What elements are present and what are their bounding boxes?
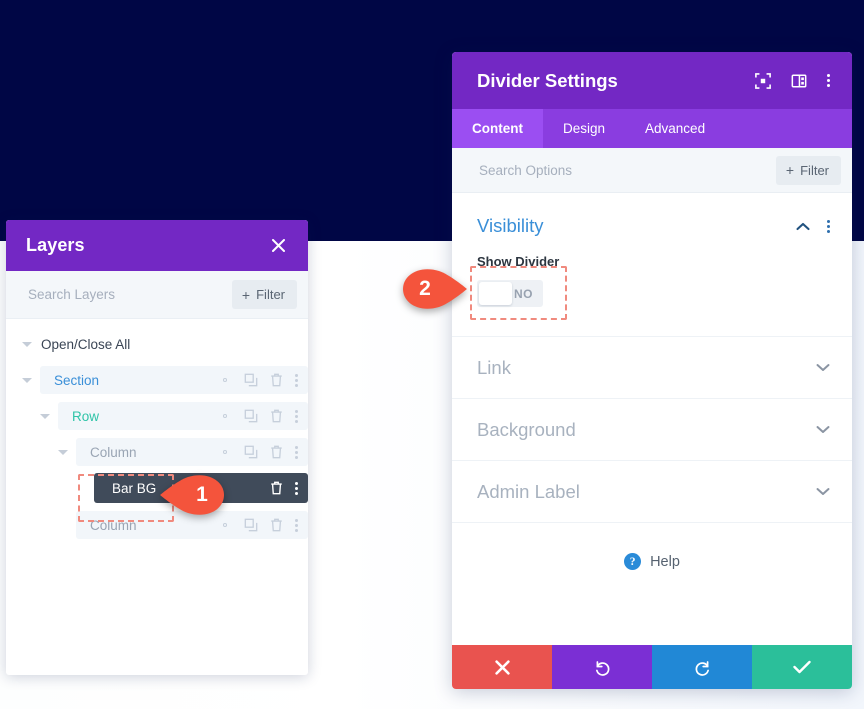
settings-group-visibility: Visibility Show Divider NO: [452, 193, 852, 337]
settings-action-bar: [452, 645, 852, 689]
show-divider-toggle[interactable]: NO: [477, 280, 543, 307]
settings-filter-button[interactable]: + Filter: [775, 155, 841, 185]
plus-icon: +: [241, 286, 251, 303]
layer-item-bar-bg[interactable]: Bar BG: [94, 473, 308, 503]
show-divider-label: Show Divider: [477, 254, 560, 269]
layers-search-bar: + Filter: [6, 271, 308, 319]
settings-group-link[interactable]: Link: [452, 337, 852, 399]
chevron-down-icon[interactable]: [816, 487, 830, 496]
undo-button[interactable]: [552, 645, 652, 689]
tab-content[interactable]: Content: [452, 109, 543, 148]
redo-icon: [695, 660, 709, 676]
gear-icon[interactable]: [218, 373, 232, 387]
settings-modal-header: Divider Settings: [452, 52, 852, 109]
settings-tab-bar: Content Design Advanced: [452, 109, 852, 148]
visibility-group-header[interactable]: Visibility: [452, 193, 852, 237]
kebab-menu-icon[interactable]: [295, 445, 298, 459]
trash-icon[interactable]: [270, 445, 283, 459]
caret-down-icon[interactable]: [58, 449, 68, 455]
duplicate-icon[interactable]: [244, 518, 258, 532]
close-icon: [494, 659, 510, 675]
caret-down-icon[interactable]: [40, 413, 50, 419]
toggle-knob: [479, 282, 512, 305]
layers-panel-title: Layers: [26, 235, 85, 255]
layers-tree: Open/Close All Section Row Column Bar BG…: [6, 319, 308, 675]
plus-icon: +: [785, 162, 795, 178]
chevron-down-icon[interactable]: [816, 363, 830, 372]
close-icon[interactable]: [268, 236, 288, 256]
help-icon: ?: [624, 553, 642, 570]
kebab-menu-icon[interactable]: [295, 481, 298, 495]
open-close-all-label: Open/Close All: [41, 336, 131, 352]
chevron-up-icon[interactable]: [796, 222, 810, 231]
kebab-menu-icon[interactable]: [827, 219, 830, 233]
show-divider-toggle-value: NO: [514, 286, 533, 301]
layer-row-column-2[interactable]: Column: [6, 511, 308, 539]
background-group-title: Background: [477, 418, 576, 440]
admin-label-group-title: Admin Label: [477, 480, 580, 502]
layer-row-bar-bg[interactable]: Bar BG: [6, 473, 308, 503]
gear-icon[interactable]: [218, 518, 232, 532]
save-button[interactable]: [752, 645, 852, 689]
gear-icon[interactable]: [218, 409, 232, 423]
open-close-all-row[interactable]: Open/Close All: [6, 333, 308, 355]
layers-panel: Layers + Filter Open/Close All Section: [6, 220, 308, 675]
settings-group-admin-label[interactable]: Admin Label: [452, 461, 852, 523]
trash-icon[interactable]: [270, 518, 283, 532]
caret-down-icon[interactable]: [22, 341, 32, 347]
tab-advanced[interactable]: Advanced: [625, 109, 725, 148]
layers-panel-header: Layers: [6, 220, 308, 271]
settings-modal-body: Visibility Show Divider NO Link Backgrou…: [452, 193, 852, 645]
gear-icon[interactable]: [218, 445, 232, 459]
chevron-down-icon[interactable]: [816, 425, 830, 434]
split-view-icon[interactable]: [791, 73, 807, 89]
kebab-menu-icon[interactable]: [295, 518, 298, 532]
settings-group-background[interactable]: Background: [452, 399, 852, 461]
layers-filter-button[interactable]: + Filter: [231, 280, 297, 309]
help-link[interactable]: ? Help: [452, 523, 852, 570]
settings-filter-label: Filter: [800, 162, 829, 178]
divider-settings-modal: Divider Settings Content Design Advanced…: [452, 52, 852, 689]
search-layers-input[interactable]: [26, 286, 232, 303]
caret-down-icon[interactable]: [22, 377, 32, 383]
undo-icon: [595, 660, 609, 676]
layer-item-section[interactable]: Section: [40, 366, 308, 394]
layer-row-section[interactable]: Section: [6, 366, 308, 394]
layer-label: Row: [72, 408, 100, 424]
tab-design[interactable]: Design: [543, 109, 625, 148]
duplicate-icon[interactable]: [244, 409, 258, 423]
link-group-title: Link: [477, 356, 511, 378]
layer-row-row[interactable]: Row: [6, 402, 308, 430]
trash-icon[interactable]: [270, 373, 283, 387]
trash-icon[interactable]: [270, 481, 283, 495]
search-options-input[interactable]: [477, 161, 776, 179]
help-label: Help: [650, 553, 680, 570]
duplicate-icon[interactable]: [244, 445, 258, 459]
visibility-group-title: Visibility: [477, 215, 544, 236]
layers-filter-label: Filter: [256, 287, 285, 302]
settings-search-bar: + Filter: [452, 148, 852, 193]
duplicate-icon[interactable]: [244, 373, 258, 387]
layer-row-column-1[interactable]: Column: [6, 438, 308, 466]
kebab-menu-icon[interactable]: [295, 409, 298, 423]
kebab-menu-icon[interactable]: [295, 373, 298, 387]
settings-modal-title: Divider Settings: [477, 69, 618, 91]
redo-button[interactable]: [652, 645, 752, 689]
trash-icon[interactable]: [270, 409, 283, 423]
layer-label: Column: [90, 444, 137, 460]
layer-label: Column: [90, 517, 137, 533]
layer-item-row[interactable]: Row: [58, 402, 308, 430]
layer-item-column[interactable]: Column: [76, 438, 308, 466]
layer-label: Bar BG: [112, 480, 157, 496]
check-icon: [793, 660, 811, 674]
layer-label: Section: [54, 372, 100, 388]
kebab-menu-icon[interactable]: [827, 74, 830, 87]
layer-item-column[interactable]: Column: [76, 511, 308, 539]
cancel-button[interactable]: [452, 645, 552, 689]
fullscreen-icon[interactable]: [755, 72, 771, 89]
